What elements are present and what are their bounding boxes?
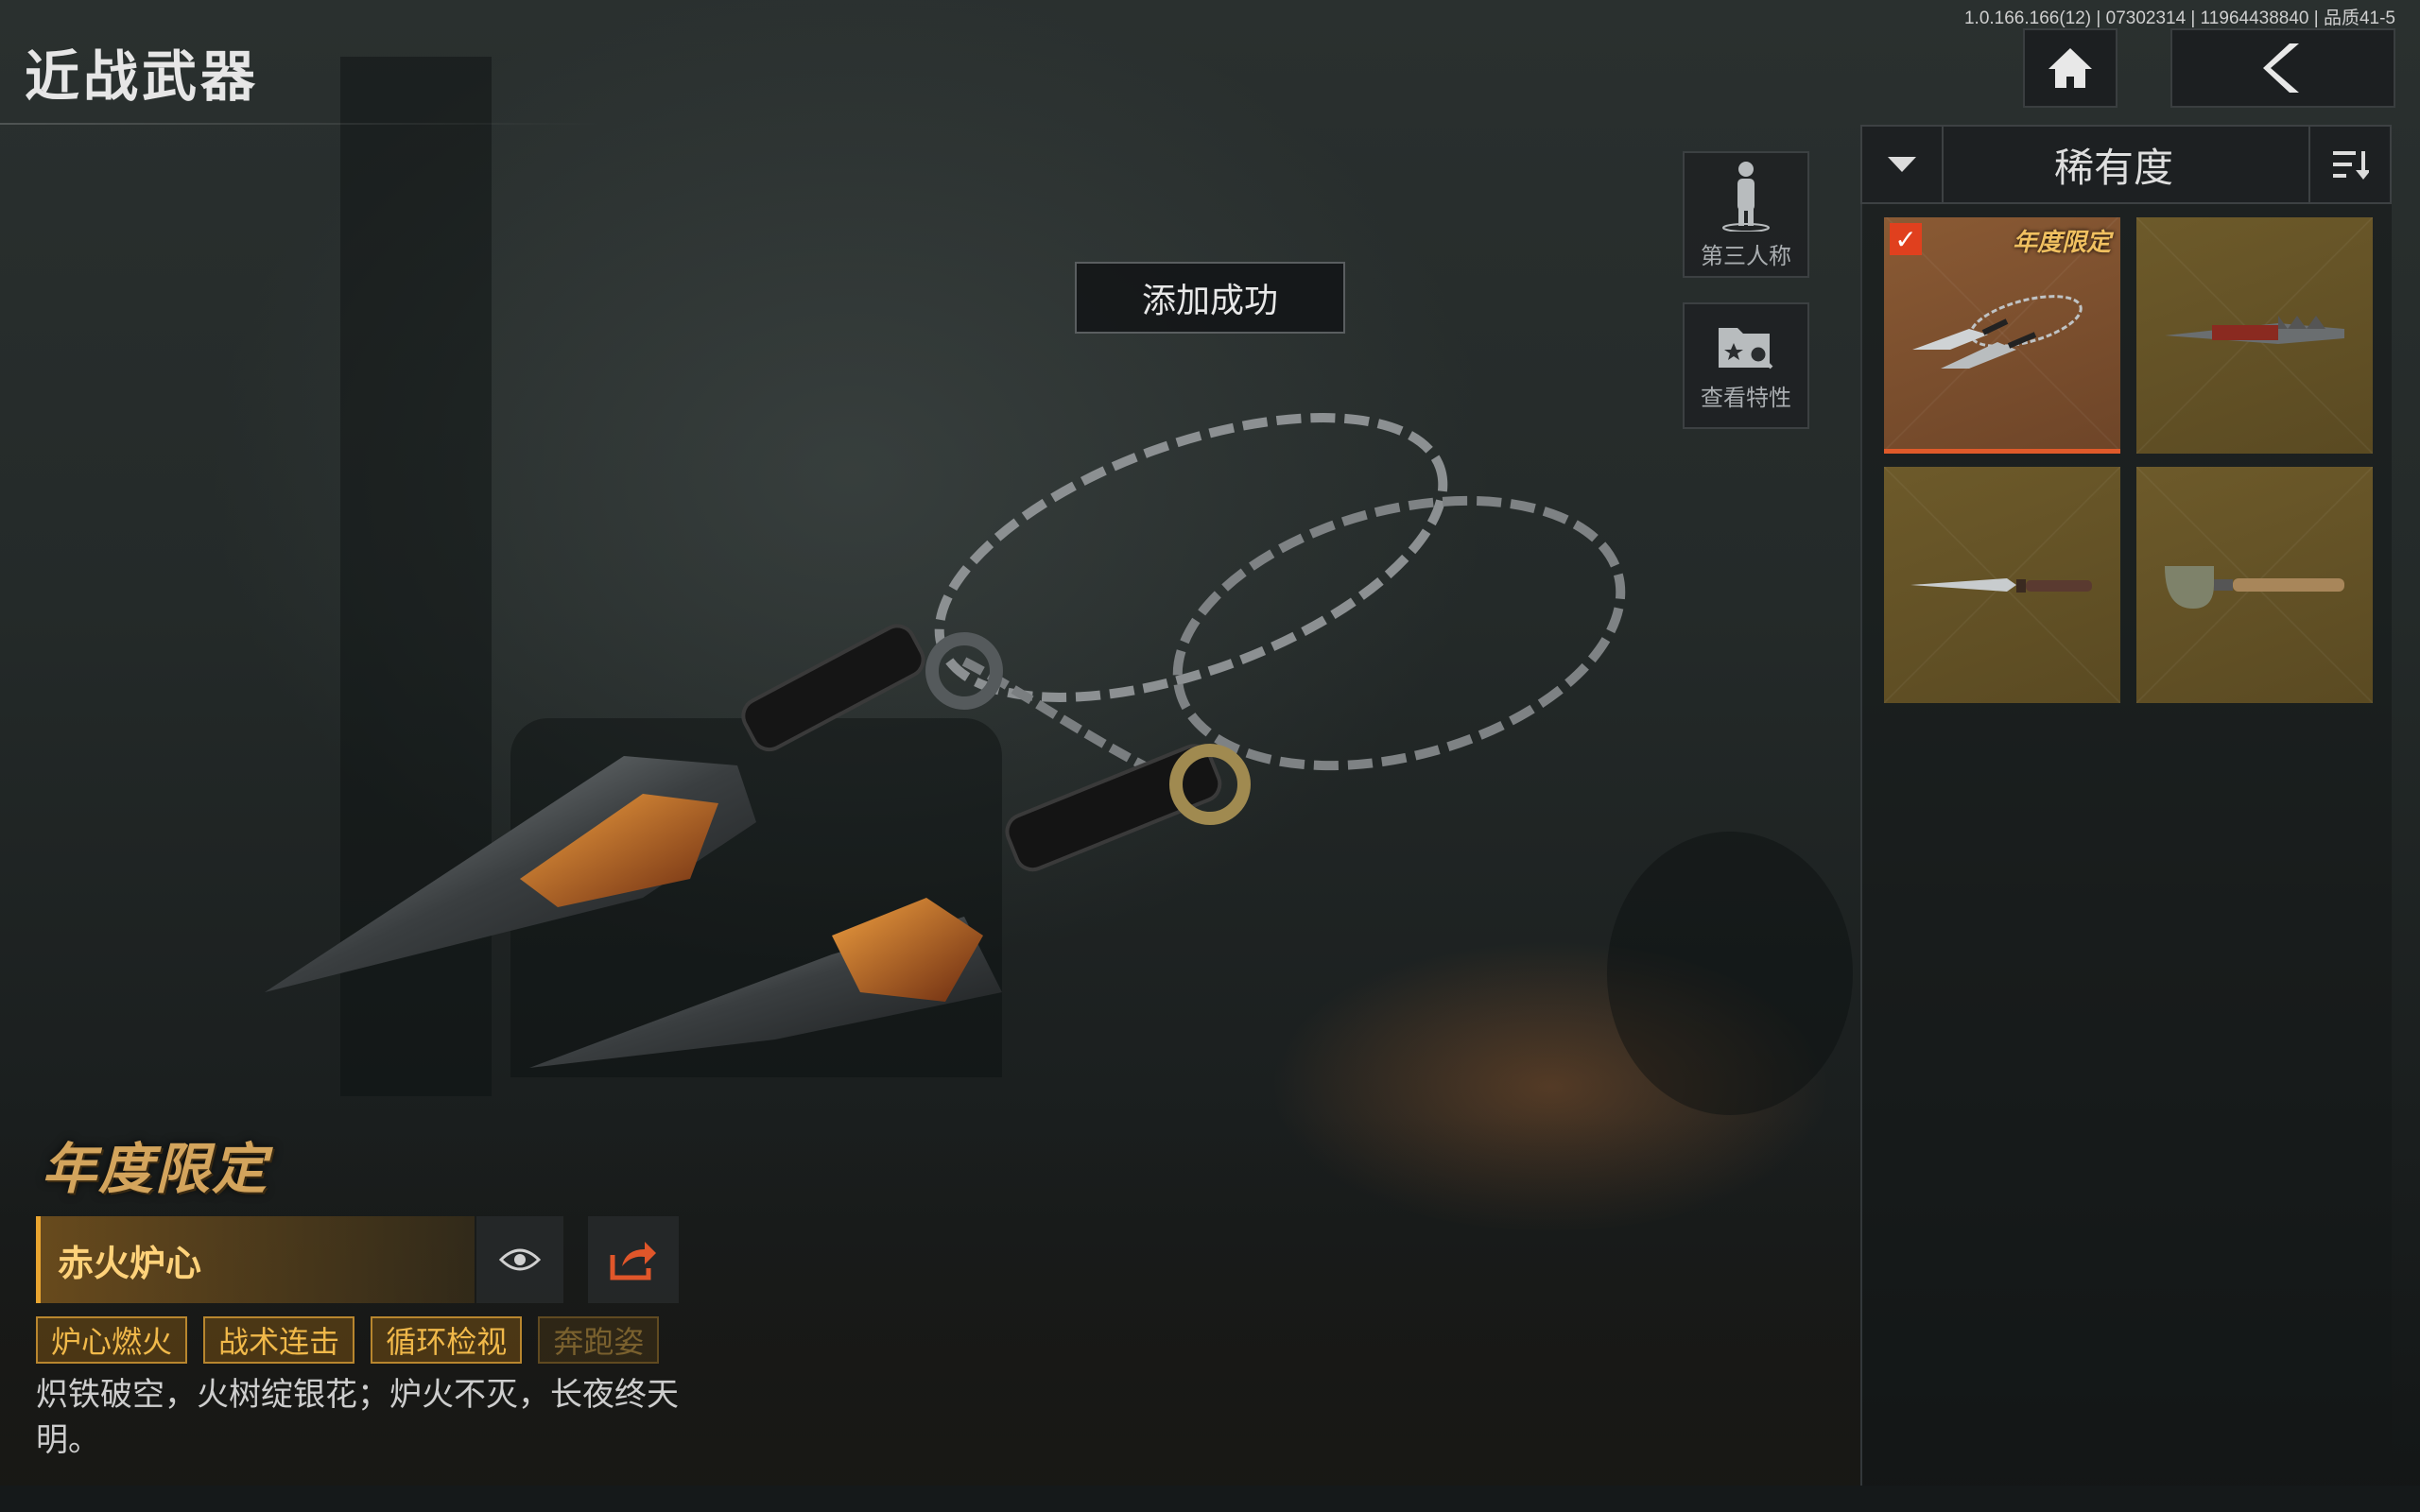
weapon-model[interactable]: [246, 350, 1853, 1087]
trait-tag[interactable]: 战术连击: [203, 1316, 355, 1364]
tile-limited-badge: 年度限定: [2012, 229, 2111, 257]
folder-search-icon: [1719, 327, 1773, 369]
selected-check-icon: ✓: [1890, 223, 1922, 255]
shovel-icon: [2165, 566, 2344, 609]
weapon-tile-1[interactable]: ✓ 年度限定: [1884, 217, 2120, 454]
weapon-name: 赤火炉心: [36, 1216, 475, 1303]
sort-label[interactable]: 稀有度: [1944, 127, 2284, 202]
dagger-icon: [1910, 578, 2092, 593]
spiked-blade-icon: [2165, 316, 2344, 344]
third-person-label: 第三人称: [1701, 242, 1791, 269]
back-button[interactable]: [2170, 28, 2395, 108]
trait-tag[interactable]: 炉心燃火: [36, 1316, 188, 1364]
sort-bar: 稀有度: [1860, 125, 2392, 204]
preview-button[interactable]: [476, 1216, 563, 1303]
sort-order-button[interactable]: [2308, 127, 2390, 202]
home-button[interactable]: [2023, 28, 2118, 108]
chevron-left-icon: [2263, 43, 2299, 93]
view-traits-button[interactable]: 查看特性: [1683, 302, 1809, 429]
weapon-traits: 炉心燃火 战术连击 循环检视 奔跑姿: [36, 1316, 675, 1366]
weapon-tile-4[interactable]: [2136, 467, 2373, 703]
eye-icon: [499, 1248, 541, 1271]
page-title: 近战武器: [25, 44, 260, 109]
share-button[interactable]: [588, 1216, 679, 1303]
toast-message: 添加成功: [1075, 262, 1345, 334]
bottom-edge: [0, 1486, 2420, 1512]
person-icon: [1722, 161, 1770, 232]
sort-order-icon: [2333, 151, 2369, 180]
title-divider: [0, 123, 605, 125]
home-icon: [2048, 48, 2092, 88]
sort-dropdown-button[interactable]: [1862, 127, 1944, 202]
weapon-description: 炽铁破空，火树绽银花；炉火不灭，长夜终天明。: [36, 1376, 679, 1459]
weapon-tile-2[interactable]: [2136, 217, 2373, 454]
limited-edition-logo: 年度限定: [42, 1137, 269, 1201]
view-traits-label: 查看特性: [1701, 384, 1791, 411]
trait-tag[interactable]: 奔跑姿: [538, 1316, 660, 1364]
weapon-tile-3[interactable]: [1884, 467, 2120, 703]
version-info: 1.0.166.166(12) | 07302314 | 11964438840…: [1963, 9, 2395, 28]
third-person-button[interactable]: 第三人称: [1683, 151, 1809, 278]
chevron-down-icon: [1888, 157, 1916, 172]
trait-tag[interactable]: 循环检视: [371, 1316, 523, 1364]
share-icon: [610, 1242, 656, 1280]
